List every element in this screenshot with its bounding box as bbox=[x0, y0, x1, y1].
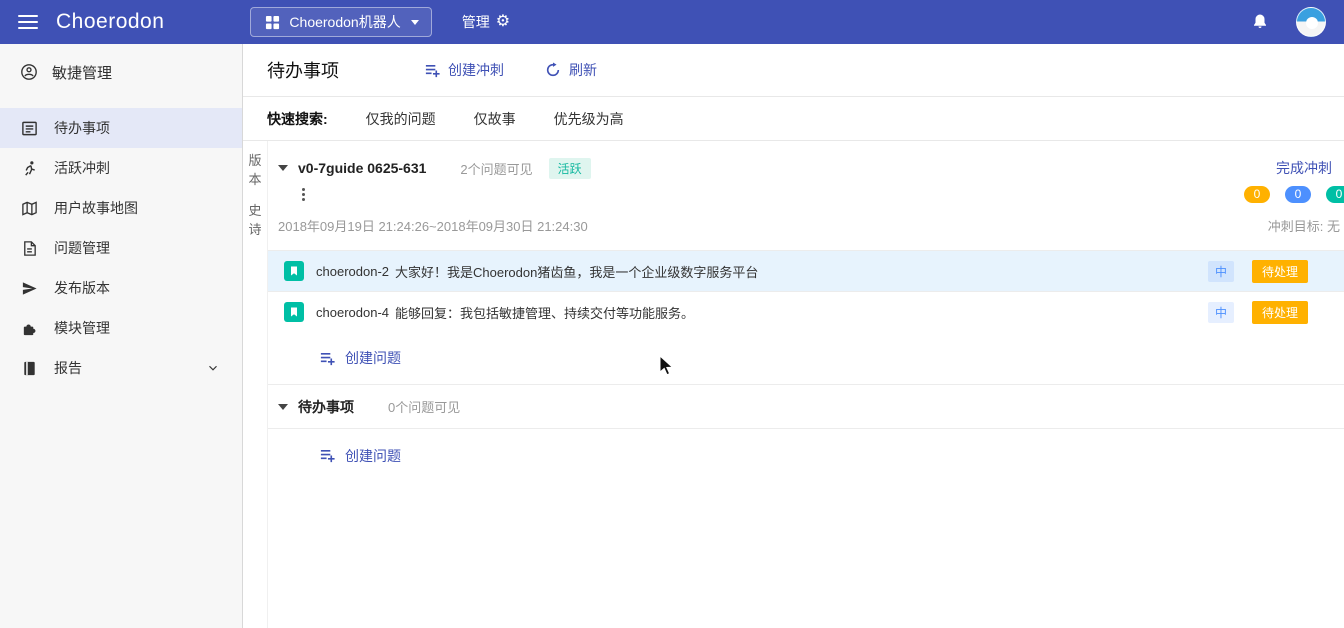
backlog-section-header: 待办事项 0个问题可见 bbox=[268, 385, 1344, 429]
status-badge[interactable]: 待处理 bbox=[1252, 301, 1308, 324]
create-sprint-button[interactable]: 创建冲刺 bbox=[423, 60, 504, 80]
sprint-counters: 0 0 0 bbox=[1244, 186, 1344, 203]
collapse-caret-icon[interactable] bbox=[278, 404, 288, 410]
page-title: 待办事项 bbox=[267, 57, 339, 83]
sprint-name: v0-7guide 0625-631 bbox=[298, 160, 426, 176]
playlist-add-icon bbox=[318, 447, 336, 465]
panel-tab-versions[interactable]: 版本 bbox=[248, 151, 262, 189]
project-selector[interactable]: Choerodon机器人 bbox=[250, 7, 431, 37]
quick-search-bar: 快速搜索: 仅我的问题 仅故事 优先级为高 bbox=[243, 97, 1344, 141]
backlog-visible-count: 0个问题可见 bbox=[388, 397, 460, 416]
backlog-content: v0-7guide 0625-631 2个问题可见 活跃 完成冲刺 0 0 0 bbox=[267, 141, 1344, 628]
puzzle-icon bbox=[20, 319, 38, 337]
issue-summary: 能够回复：我包括敏捷管理、持续交付等功能服务。 bbox=[395, 303, 694, 322]
doing-count-badge: 0 bbox=[1285, 186, 1311, 203]
issue-key: choerodon-4 bbox=[316, 305, 389, 320]
sidebar-item-label: 问题管理 bbox=[54, 238, 110, 258]
status-badge[interactable]: 待处理 bbox=[1252, 260, 1308, 283]
create-issue-label: 创建问题 bbox=[345, 446, 401, 466]
chevron-down-icon bbox=[411, 20, 419, 25]
refresh-icon bbox=[544, 61, 562, 79]
backlog-section-name: 待办事项 bbox=[298, 397, 354, 417]
sidebar-item-issue-manage[interactable]: 问题管理 bbox=[0, 228, 242, 268]
issue-summary: 大家好！我是Choerodon猪齿鱼，我是一个企业级数字服务平台 bbox=[395, 262, 758, 281]
document-icon bbox=[20, 239, 38, 257]
create-sprint-label: 创建冲刺 bbox=[448, 60, 504, 80]
sprint-visible-count: 2个问题可见 bbox=[460, 159, 532, 178]
done-count-badge: 0 bbox=[1326, 186, 1344, 203]
map-icon bbox=[20, 199, 38, 217]
issue-key: choerodon-2 bbox=[316, 264, 389, 279]
sidebar-item-label: 用户故事地图 bbox=[54, 198, 138, 218]
sidebar-item-backlog[interactable]: 待办事项 bbox=[0, 108, 242, 148]
main-header: 待办事项 创建冲刺 刷新 bbox=[243, 44, 1344, 97]
collapsed-panels-strip: 版本 史诗 bbox=[243, 141, 267, 628]
sidebar-item-story-map[interactable]: 用户故事地图 bbox=[0, 188, 242, 228]
topbar: Choerodon Choerodon机器人 管理 ⚙ bbox=[0, 0, 1344, 44]
priority-badge: 中 bbox=[1208, 261, 1234, 282]
sidebar-item-active-sprint[interactable]: 活跃冲刺 bbox=[0, 148, 242, 188]
refresh-label: 刷新 bbox=[569, 60, 597, 80]
gear-icon: ⚙ bbox=[496, 14, 510, 30]
body: 敏捷管理 待办事项 活跃冲刺 bbox=[0, 44, 1344, 628]
create-issue-label: 创建问题 bbox=[345, 348, 401, 368]
main-area: 待办事项 创建冲刺 刷新 快速搜索: 仅我的问题 仅故事 bbox=[243, 44, 1344, 628]
filter-only-my-issues[interactable]: 仅我的问题 bbox=[366, 109, 436, 129]
filter-only-stories[interactable]: 仅故事 bbox=[474, 109, 516, 129]
sidebar-item-label: 活跃冲刺 bbox=[54, 158, 110, 178]
sidebar-item-label: 发布版本 bbox=[54, 278, 110, 298]
sidebar-item-reports[interactable]: 报告 bbox=[0, 348, 242, 388]
refresh-button[interactable]: 刷新 bbox=[544, 60, 597, 80]
playlist-add-icon bbox=[423, 61, 441, 79]
backlog-list-icon bbox=[20, 119, 38, 137]
user-avatar[interactable] bbox=[1296, 7, 1326, 37]
project-icon bbox=[263, 13, 281, 31]
complete-sprint-button[interactable]: 完成冲刺 bbox=[1276, 158, 1338, 178]
sidebar-item-modules[interactable]: 模块管理 bbox=[0, 308, 242, 348]
manage-button[interactable]: 管理 ⚙ bbox=[462, 12, 510, 32]
sidebar-header: 敏捷管理 bbox=[0, 44, 242, 100]
notification-bell-icon[interactable] bbox=[1248, 10, 1272, 34]
story-type-icon bbox=[284, 302, 304, 322]
priority-badge: 中 bbox=[1208, 302, 1234, 323]
todo-count-badge: 0 bbox=[1244, 186, 1270, 203]
story-type-icon bbox=[284, 261, 304, 281]
brand-logo: Choerodon bbox=[56, 10, 164, 34]
collapse-caret-icon[interactable] bbox=[278, 165, 288, 171]
app-window: Choerodon Choerodon机器人 管理 ⚙ bbox=[0, 0, 1344, 628]
panel-tab-epics[interactable]: 史诗 bbox=[248, 201, 262, 239]
hamburger-menu-icon[interactable] bbox=[18, 15, 38, 29]
quick-search-label: 快速搜索: bbox=[267, 109, 328, 129]
content-row: 版本 史诗 v0-7guide 0625-631 2个问题可见 活跃 完成冲刺 bbox=[243, 141, 1344, 628]
sidebar-title: 敏捷管理 bbox=[52, 62, 112, 83]
playlist-add-icon bbox=[318, 349, 336, 367]
sidebar-item-label: 报告 bbox=[54, 358, 82, 378]
topbar-right bbox=[1248, 7, 1326, 37]
issue-row[interactable]: choerodon-2 大家好！我是Choerodon猪齿鱼，我是一个企业级数字… bbox=[268, 250, 1344, 291]
agile-module-icon bbox=[20, 63, 38, 81]
manage-label: 管理 bbox=[462, 12, 490, 32]
sprint-goal: 冲刺目标: 无 bbox=[1268, 216, 1340, 235]
more-options-icon[interactable] bbox=[302, 188, 305, 201]
running-sprint-icon bbox=[20, 159, 38, 177]
chevron-down-icon bbox=[204, 359, 222, 377]
filter-high-priority[interactable]: 优先级为高 bbox=[554, 109, 624, 129]
sprint-dates-row: 2018年09月19日 21:24:26~2018年09月30日 21:24:3… bbox=[268, 207, 1344, 250]
create-issue-button[interactable]: 创建问题 bbox=[268, 332, 1344, 385]
sidebar-item-label: 待办事项 bbox=[54, 118, 110, 138]
create-issue-button[interactable]: 创建问题 bbox=[268, 429, 1344, 482]
sidebar-item-release[interactable]: 发布版本 bbox=[0, 268, 242, 308]
sprint-header: v0-7guide 0625-631 2个问题可见 活跃 完成冲刺 bbox=[268, 141, 1344, 181]
sprint-subheader: 0 0 0 bbox=[268, 181, 1344, 207]
project-selector-label: Choerodon机器人 bbox=[289, 12, 400, 32]
sprint-status-badge: 活跃 bbox=[549, 158, 591, 179]
sidebar-item-label: 模块管理 bbox=[54, 318, 110, 338]
sprint-date-range: 2018年09月19日 21:24:26~2018年09月30日 21:24:3… bbox=[278, 216, 588, 235]
sidebar: 敏捷管理 待办事项 活跃冲刺 bbox=[0, 44, 243, 628]
issue-row[interactable]: choerodon-4 能够回复：我包括敏捷管理、持续交付等功能服务。 中 待处… bbox=[268, 291, 1344, 332]
report-book-icon bbox=[20, 359, 38, 377]
send-icon bbox=[20, 279, 38, 297]
sidebar-menu: 待办事项 活跃冲刺 用户故事地图 bbox=[0, 100, 242, 388]
